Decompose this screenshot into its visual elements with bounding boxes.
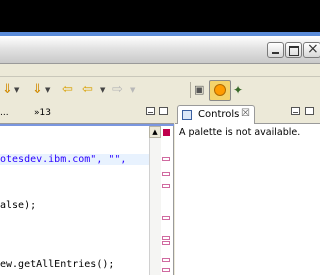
main-toolbar: ⇓ ▼ ⇓ ▼ ⇦ ⇦ ▼ ⇨ ▼ ▣ ✦ [0, 78, 320, 103]
java-perspective-icon[interactable]: ✦ [233, 82, 243, 98]
maximize-button[interactable] [285, 42, 302, 58]
back-arrow-icon[interactable]: ⇦ [62, 82, 73, 98]
forward-dropdown-icon: ▼ [130, 86, 136, 94]
code-line[interactable]: ew.getAllEntries(); [0, 259, 114, 270]
editor-overflow-tab[interactable]: »13 [34, 108, 51, 118]
toolbar-separator [190, 82, 191, 98]
desktop-background [0, 0, 320, 36]
notes-perspective-icon[interactable] [209, 80, 231, 101]
occurrence-marker[interactable] [162, 268, 170, 272]
occurrence-marker[interactable] [162, 236, 170, 240]
error-marker-icon[interactable] [163, 129, 170, 136]
window-title-bar[interactable] [0, 36, 320, 64]
controls-minimize-icon[interactable] [291, 107, 300, 115]
run-icon[interactable]: ⇓ [2, 82, 13, 98]
open-perspective-icon[interactable]: ▣ [194, 82, 204, 98]
overview-ruler[interactable] [161, 126, 173, 275]
occurrence-marker[interactable] [162, 184, 170, 188]
editor-active-indicator [0, 124, 174, 126]
close-button[interactable] [303, 41, 320, 58]
controls-maximize-icon[interactable] [305, 107, 314, 115]
editor-vertical-scrollbar[interactable] [149, 126, 161, 275]
occurrence-marker[interactable] [162, 241, 170, 245]
code-line[interactable]: otesdev.ibm.com", "", [0, 154, 160, 165]
back-dropdown-icon[interactable]: ▼ [100, 86, 105, 94]
occurrence-marker[interactable] [162, 216, 170, 220]
forward-arrow-icon: ⇨ [112, 82, 123, 97]
tab-controls[interactable]: Controls ☒ [177, 105, 255, 124]
code-line[interactable]: alse); [0, 200, 36, 211]
close-tab-icon[interactable]: ☒ [241, 108, 250, 119]
occurrence-marker[interactable] [162, 258, 170, 262]
editor-minimize-icon[interactable] [146, 107, 155, 115]
run-dropdown-icon[interactable]: ▼ [14, 86, 19, 94]
editor-tab-bar: ... »13 [0, 104, 174, 124]
code-editor[interactable] [0, 104, 174, 275]
controls-tab-label: Controls [198, 109, 240, 120]
editor-tab-partial[interactable]: ... [0, 108, 9, 118]
editor-maximize-icon[interactable] [159, 107, 168, 115]
back-history-icon[interactable]: ⇦ [82, 82, 93, 98]
palette-message: A palette is not available. [179, 127, 301, 138]
occurrence-marker[interactable] [162, 172, 170, 176]
debug-dropdown-icon[interactable]: ▼ [45, 86, 50, 94]
menu-bar [0, 65, 320, 77]
occurrence-marker[interactable] [162, 157, 170, 161]
controls-view-icon [182, 110, 192, 120]
scroll-up-arrow-icon[interactable]: ▲ [149, 126, 161, 138]
debug-icon[interactable]: ⇓ [32, 82, 43, 98]
minimize-button[interactable] [267, 42, 284, 58]
